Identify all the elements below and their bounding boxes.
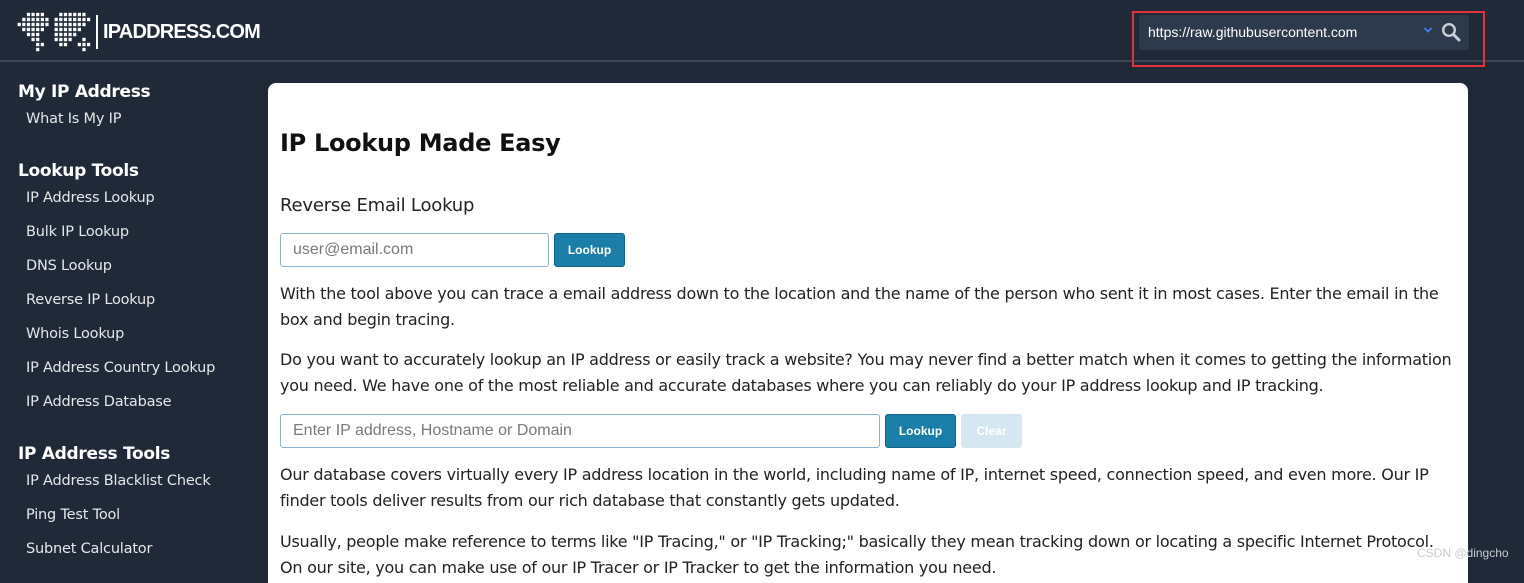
sidebar-item-blacklist-check[interactable]: IP Address Blacklist Check (26, 473, 211, 489)
sidebar-item-what-is-my-ip[interactable]: What Is My IP (26, 111, 121, 127)
ip-lookup-button[interactable]: Lookup (885, 414, 956, 448)
search-input[interactable]: https://raw.githubusercontent.com (1148, 24, 1357, 40)
site-logo[interactable]: IPADDRESS.COM (17, 12, 261, 52)
page-title: IP Lookup Made Easy (280, 129, 561, 157)
ip-lookup-input[interactable] (280, 414, 880, 448)
sidebar-item-ip-address-database[interactable]: IP Address Database (26, 394, 172, 410)
email-lookup-button[interactable]: Lookup (554, 233, 625, 267)
intro-paragraph: Do you want to accurately lookup an IP a… (280, 350, 1452, 395)
sidebar-item-dns-lookup[interactable]: DNS Lookup (26, 258, 112, 274)
search-bar[interactable]: https://raw.githubusercontent.com (1139, 15, 1469, 50)
clear-button[interactable]: Clear (961, 414, 1022, 448)
email-lookup-heading: Reverse Email Lookup (280, 195, 475, 216)
chevron-down-icon[interactable] (1423, 25, 1433, 35)
world-map-icon (17, 12, 91, 52)
sidebar-heading-my-ip[interactable]: My IP Address (18, 82, 151, 102)
email-input[interactable] (280, 233, 549, 267)
logo-text: IPADDRESS.COM (103, 20, 261, 43)
sidebar-item-reverse-ip-lookup[interactable]: Reverse IP Lookup (26, 292, 155, 308)
sidebar-item-ping-test[interactable]: Ping Test Tool (26, 507, 120, 523)
sidebar-item-subnet-calculator[interactable]: Subnet Calculator (26, 541, 152, 557)
search-icon[interactable] (1441, 22, 1461, 42)
sidebar-item-ip-country-lookup[interactable]: IP Address Country Lookup (26, 360, 215, 376)
sidebar-item-whois-lookup[interactable]: Whois Lookup (26, 326, 124, 342)
ip-tracing-paragraph: Usually, people make reference to terms … (280, 532, 1434, 577)
email-lookup-description: With the tool above you can trace a emai… (280, 284, 1439, 329)
sidebar-heading-ip-address-tools[interactable]: IP Address Tools (18, 444, 170, 464)
watermark: CSDN @dingcho (1417, 546, 1509, 560)
sidebar-heading-lookup-tools[interactable]: Lookup Tools (18, 161, 139, 181)
site-header: IPADDRESS.COM https://raw.githubusercont… (0, 0, 1524, 67)
main-content-card: IP Lookup Made Easy Reverse Email Lookup… (268, 83, 1468, 583)
sidebar-item-ip-address-lookup[interactable]: IP Address Lookup (26, 190, 155, 206)
sidebar-item-bulk-ip-lookup[interactable]: Bulk IP Lookup (26, 224, 129, 240)
database-paragraph: Our database covers virtually every IP a… (280, 465, 1429, 510)
logo-divider (96, 15, 98, 49)
